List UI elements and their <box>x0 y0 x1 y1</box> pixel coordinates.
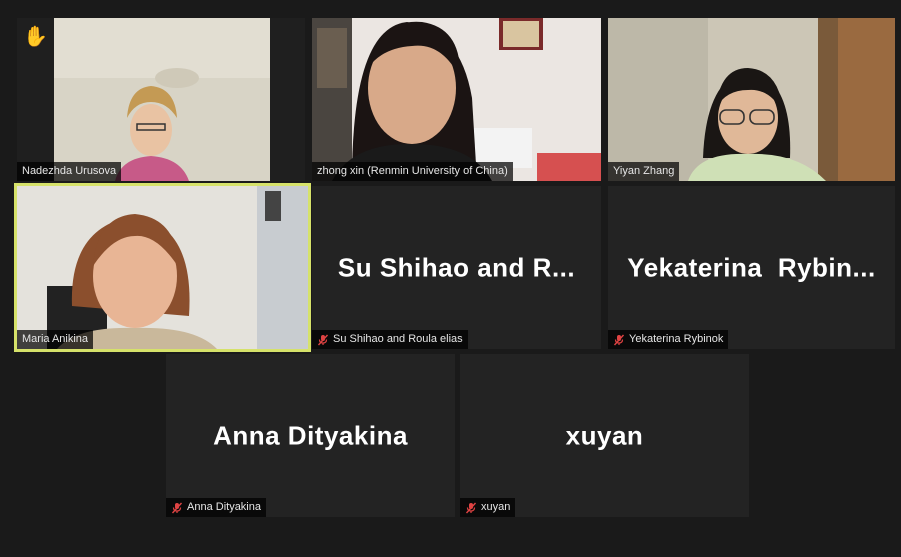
participant-name-label: Yekaterina Rybinok <box>608 330 729 349</box>
participant-name-label: zhong xin (Renmin University of China) <box>312 162 513 181</box>
video-tile-xuyan[interactable]: xuyan xuyan <box>460 354 749 517</box>
video-tile-anna-dityakina[interactable]: Anna Dityakina Anna Dityakina <box>166 354 455 517</box>
video-tile-yekaterina-rybinok[interactable]: Yekaterina Rybin... Yekaterina Rybinok <box>608 186 895 349</box>
mic-muted-icon <box>613 334 625 345</box>
participant-name-label: Yiyan Zhang <box>608 162 680 181</box>
participant-video <box>54 18 270 181</box>
participant-display-name: Yekaterina Rybin... <box>627 252 876 282</box>
video-tile-nadezhda[interactable]: ✋ Nadezhda Urusova <box>17 18 305 181</box>
mic-muted-icon <box>171 502 183 513</box>
participant-display-name: xuyan <box>565 420 644 450</box>
participant-name-label: Nadezhda Urusova <box>17 162 122 181</box>
participant-video <box>17 186 308 349</box>
participant-name-label: Maria Anikina <box>17 330 94 349</box>
participant-display-name: Anna Dityakina <box>213 420 408 450</box>
video-tile-zhong-xin[interactable]: zhong xin (Renmin University of China) <box>312 18 601 181</box>
raised-hand-icon: ✋ <box>23 26 48 48</box>
participant-video <box>608 18 895 181</box>
video-tile-maria-anikina[interactable]: Maria Anikina <box>14 183 311 352</box>
participant-display-name: Su Shihao and R... <box>337 252 576 282</box>
participant-name-label: Su Shihao and Roula elias <box>312 330 468 349</box>
participant-name-label: Anna Dityakina <box>166 498 266 517</box>
participant-video <box>312 18 601 181</box>
video-tile-su-shihao[interactable]: Su Shihao and R... Su Shihao and Roula e… <box>312 186 601 349</box>
participant-name-label: xuyan <box>460 498 516 517</box>
mic-muted-icon <box>317 334 329 345</box>
video-tile-yiyan-zhang[interactable]: Yiyan Zhang <box>608 18 895 181</box>
mic-muted-icon <box>465 502 477 513</box>
